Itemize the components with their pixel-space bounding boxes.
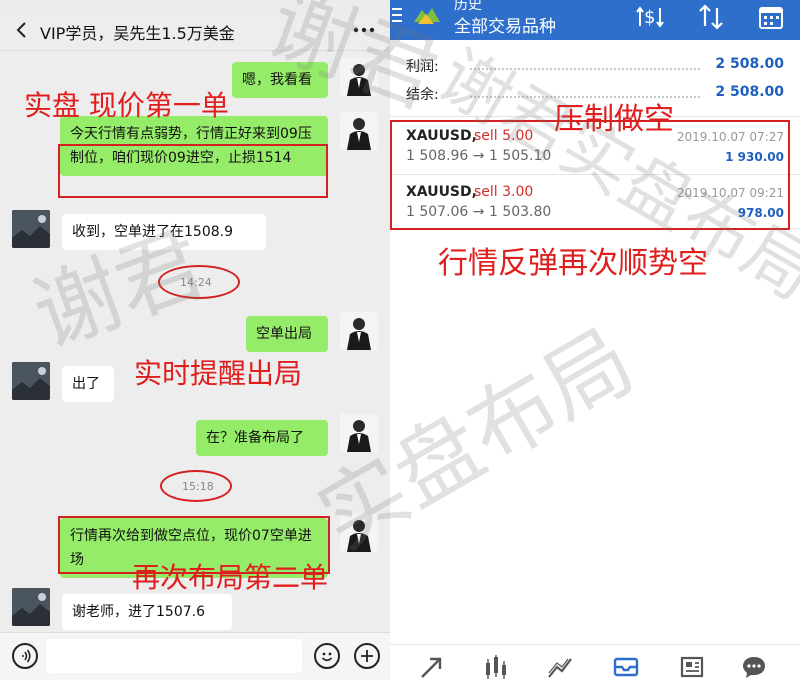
- menu-icon[interactable]: [390, 6, 404, 24]
- currency-swap-icon[interactable]: $: [636, 2, 666, 32]
- avatar-me[interactable]: [340, 112, 378, 150]
- more-icon[interactable]: [352, 20, 376, 40]
- message-bubble-other: 出了: [62, 366, 114, 402]
- emoji-icon[interactable]: [314, 643, 340, 669]
- chat-input-bar: [0, 632, 390, 680]
- balance-label: 结余:: [406, 87, 439, 103]
- chat-panel: VIP学员，吴先生1.5万美金 嗯，我看看 今天行情有点弱势，行情正好来到09压…: [0, 0, 390, 680]
- message-bubble-other: 收到，空单进了在1508.9: [62, 214, 266, 250]
- header-title: 全部交易品种: [454, 17, 556, 37]
- message-bubble-other: 谢老师，进了1507.6: [62, 594, 232, 630]
- annotation-rebound-short: 行情反弹再次顺势空: [438, 246, 708, 281]
- history-header: 历史 全部交易品种 $: [390, 0, 800, 40]
- messages-icon[interactable]: [740, 653, 768, 680]
- svg-text:$: $: [644, 7, 655, 28]
- trade-icon[interactable]: [546, 653, 574, 680]
- message-bubble-me: 在？准备布局了: [196, 420, 328, 456]
- sort-icon[interactable]: [696, 2, 726, 32]
- annotation-exit-reminder: 实时提醒出局: [134, 357, 303, 390]
- chat-header: VIP学员，吴先生1.5万美金: [0, 10, 390, 51]
- balance-value: 2 508.00: [715, 84, 784, 100]
- highlight-ellipse: [160, 470, 232, 502]
- chat-title: VIP学员，吴先生1.5万美金: [40, 24, 235, 43]
- avatar-me[interactable]: [340, 312, 378, 350]
- avatar-me[interactable]: [340, 414, 378, 452]
- avatar-me[interactable]: [340, 514, 378, 552]
- message-bubble-me: 空单出局: [246, 316, 328, 352]
- bottom-nav: [390, 644, 800, 680]
- avatar-me[interactable]: [340, 58, 378, 96]
- dotted-leader: [470, 68, 700, 70]
- highlight-ellipse: [158, 265, 240, 299]
- voice-icon[interactable]: [12, 643, 38, 669]
- message-bubble-me: 嗯，我看看: [232, 62, 328, 98]
- quotes-icon[interactable]: [418, 653, 446, 680]
- avatar-other[interactable]: [12, 210, 50, 248]
- back-arrow-icon[interactable]: [12, 20, 32, 40]
- trading-history-panel: 历史 全部交易品种 $ 利润: 2 508.00 结余: 2 508.00 XA…: [390, 0, 800, 680]
- message-input[interactable]: [46, 639, 302, 673]
- avatar-other[interactable]: [12, 362, 50, 400]
- chart-icon[interactable]: [482, 653, 510, 680]
- plus-icon[interactable]: [354, 643, 380, 669]
- annotation-second-order: 再次布局第二单: [132, 561, 329, 594]
- status-bar: [0, 0, 390, 10]
- history-tab-icon[interactable]: [612, 653, 640, 680]
- metatrader-logo-icon: [414, 8, 440, 24]
- annotation-first-order: 实盘 现价第一单: [24, 89, 229, 122]
- calendar-icon[interactable]: [756, 2, 786, 32]
- highlight-box: [58, 144, 328, 198]
- news-icon[interactable]: [678, 653, 706, 680]
- profit-value: 2 508.00: [715, 56, 784, 72]
- avatar-other[interactable]: [12, 588, 50, 626]
- annotation-suppress-short: 压制做空: [554, 102, 674, 137]
- profit-label: 利润:: [406, 59, 439, 75]
